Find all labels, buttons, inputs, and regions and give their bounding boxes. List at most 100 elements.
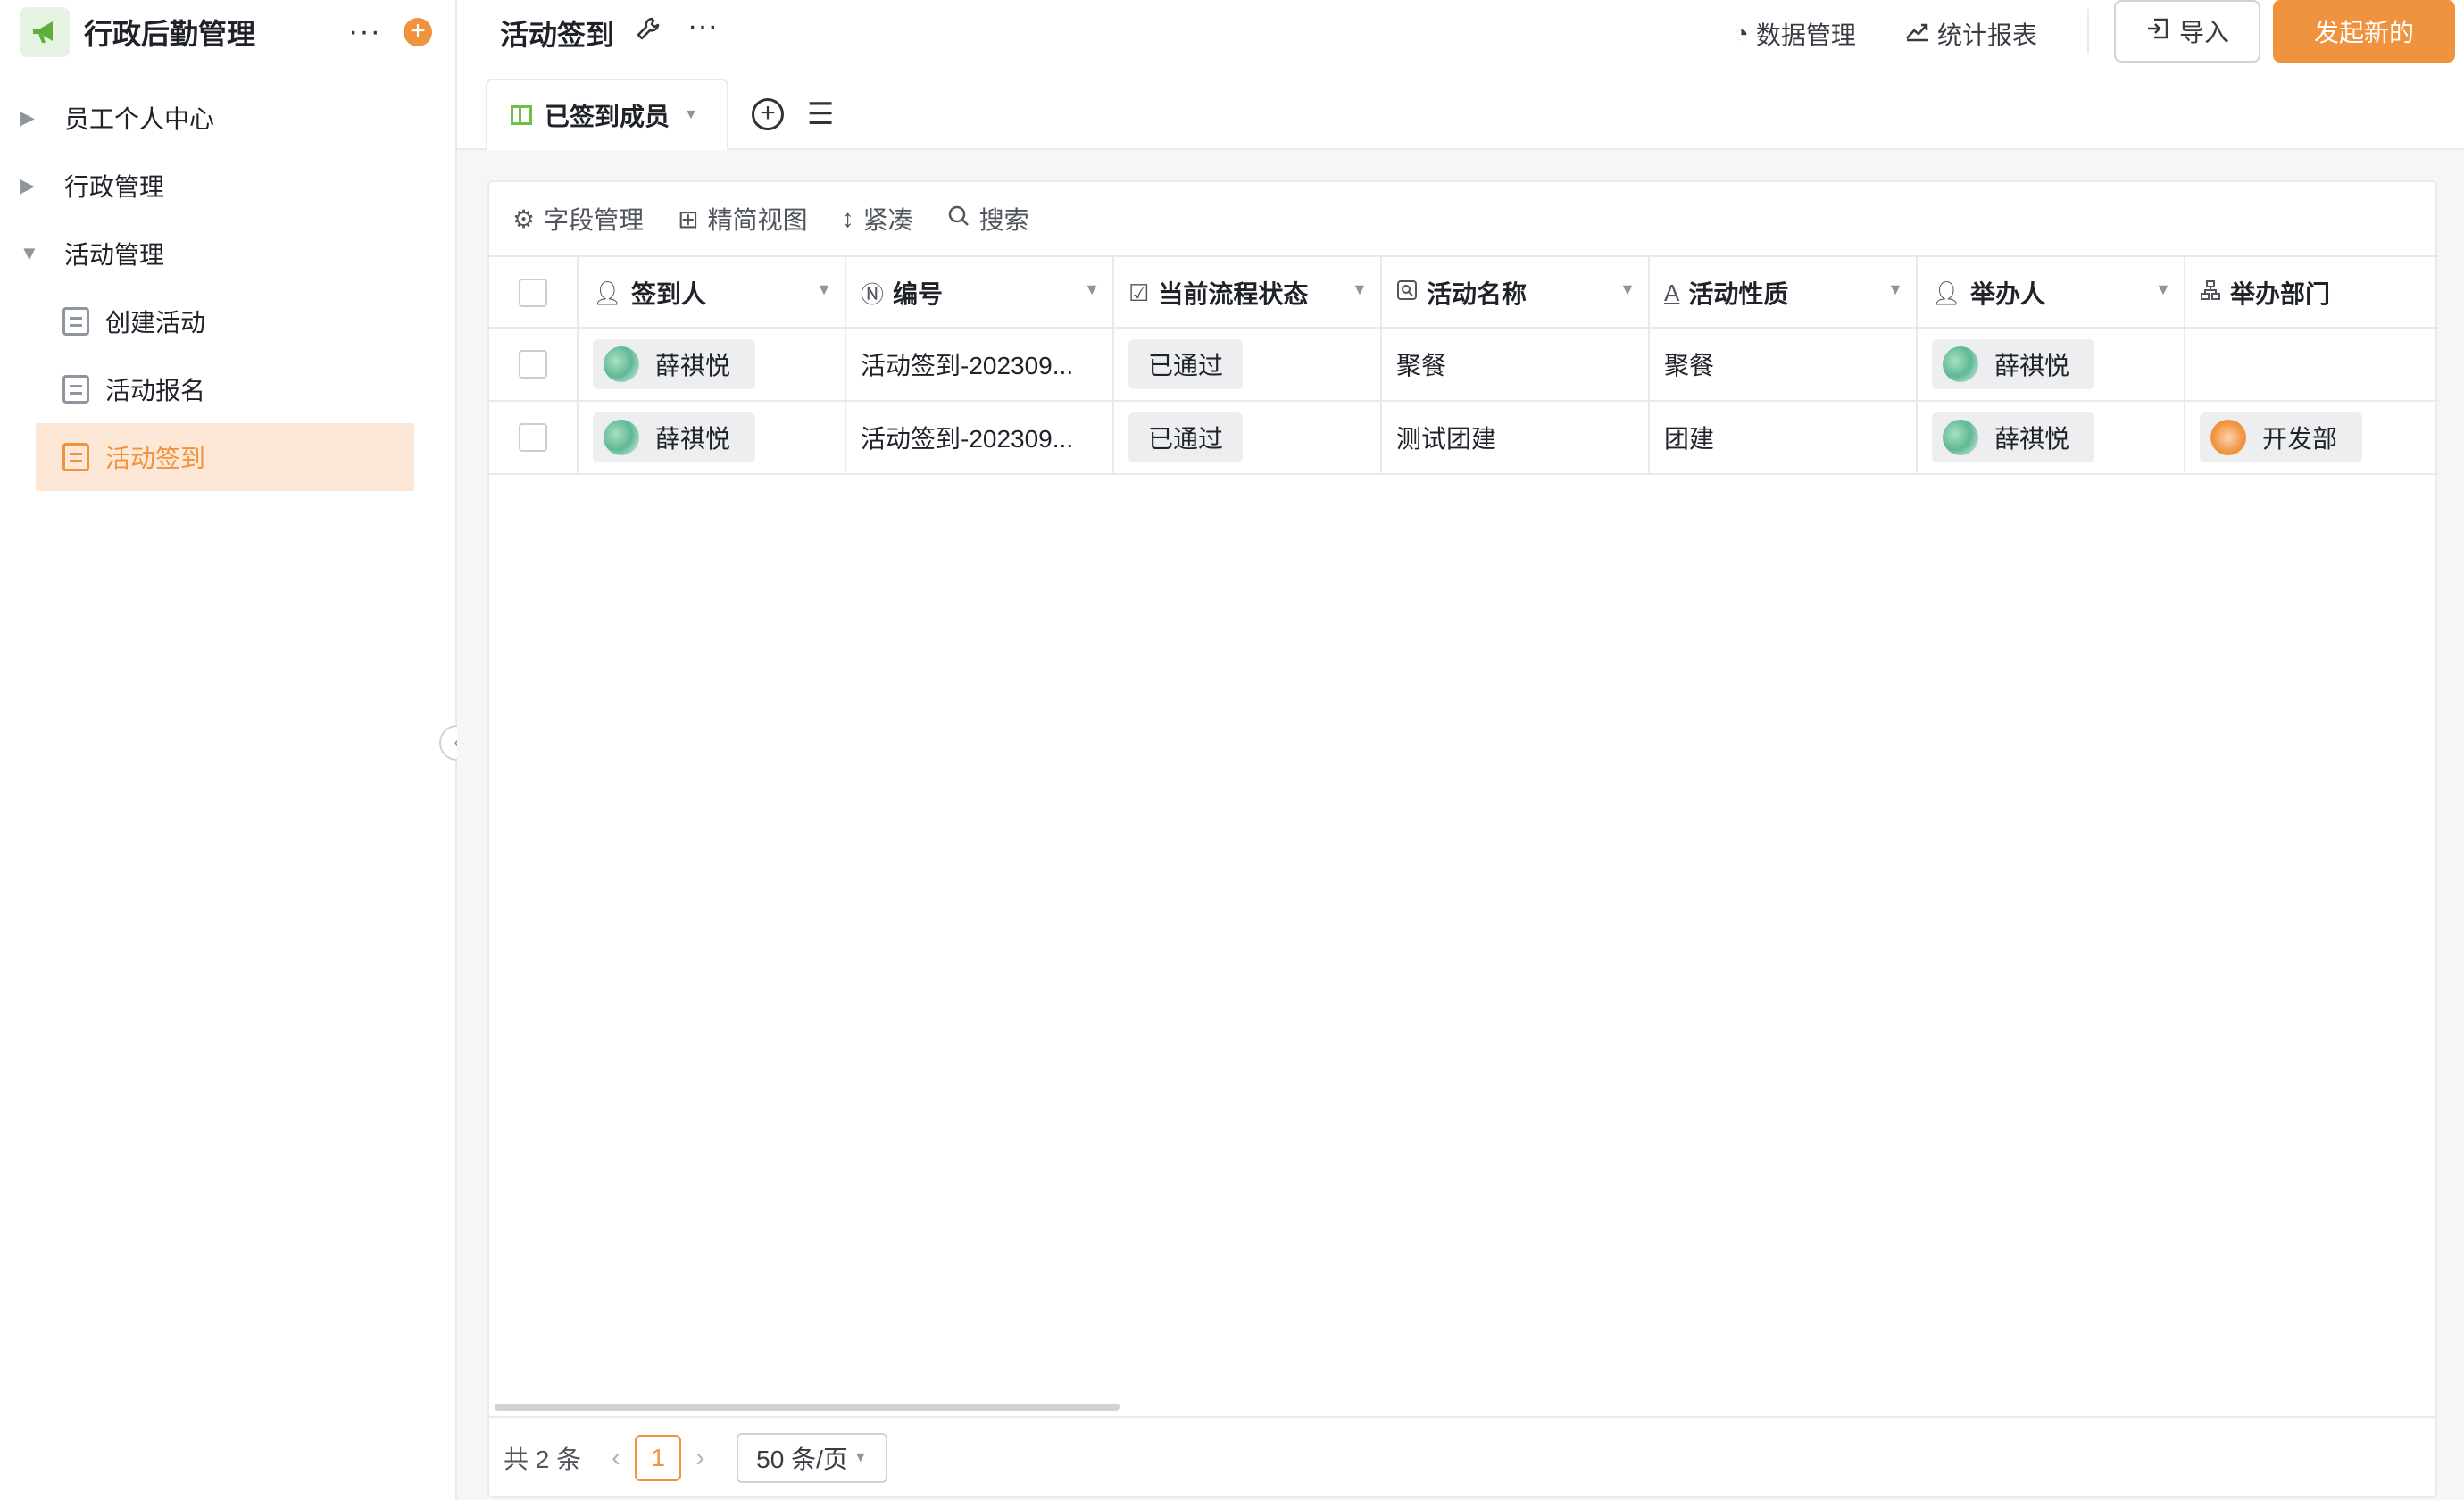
current-page-button[interactable]: 1 [635, 1435, 682, 1481]
settings-icon: ⚙ [512, 204, 536, 233]
select-all-checkbox[interactable] [519, 279, 547, 307]
cell-checkin-user[interactable]: 薛祺悦 [579, 402, 846, 473]
row-select-cell [489, 402, 579, 473]
column-label: 举办人 [1970, 280, 2046, 308]
megaphone-icon [20, 7, 70, 57]
form-icon [62, 443, 89, 471]
cell-host[interactable]: 薛祺悦 [1918, 329, 2185, 400]
form-icon [62, 375, 89, 404]
import-button[interactable]: 导入 [2114, 0, 2260, 62]
column-header-activity-type[interactable]: A 活动性质 ▼ [1650, 257, 1918, 329]
cell-number[interactable]: 活动签到-202309... [846, 329, 1114, 400]
sidebar-group-activity[interactable]: ▼ 活动管理 [20, 220, 414, 288]
view-list-icon[interactable]: ☰ [807, 96, 834, 132]
department-tag[interactable]: 开发部 [2200, 412, 2363, 462]
cell-department[interactable] [2185, 329, 2439, 400]
sidebar-item-activity-signup[interactable]: 活动报名 [36, 355, 414, 423]
chevron-down-icon[interactable]: ▼ [1619, 280, 1636, 299]
column-header-status[interactable]: ☑ 当前流程状态 ▼ [1114, 257, 1382, 329]
avatar [604, 420, 639, 455]
chevron-down-icon[interactable]: ▼ [684, 107, 698, 123]
sidebar: 行政后勤管理 ··· + ▶ 员工个人中心 ▶ 行政管理 ▼ 活动管理 创建活动… [0, 0, 457, 1500]
cell-checkin-user[interactable]: 薛祺悦 [579, 329, 846, 400]
serial-number-icon: Ⓝ [861, 280, 885, 308]
chevron-down-icon[interactable]: ▼ [816, 280, 832, 299]
department-name: 开发部 [2262, 425, 2338, 453]
page-size-select[interactable]: 50 条/页 ▼ [737, 1433, 887, 1483]
create-new-button[interactable]: 发起新的 [2273, 0, 2455, 62]
horizontal-scrollbar[interactable] [495, 1404, 1120, 1411]
row-select-cell [489, 329, 579, 400]
column-label: 活动性质 [1688, 280, 1789, 308]
cell-number[interactable]: 活动签到-202309... [846, 402, 1114, 473]
status-badge: 已通过 [1128, 339, 1244, 389]
column-label: 举办部门 [2230, 280, 2331, 308]
tab-checked-in-members[interactable]: 已签到成员 ▼ [486, 79, 728, 152]
user-name: 薛祺悦 [1994, 352, 2070, 379]
caret-down-icon: ▼ [20, 242, 39, 264]
chevron-down-icon[interactable]: ▼ [2155, 280, 2171, 299]
table-view-icon [511, 105, 532, 125]
column-label: 当前流程状态 [1158, 280, 1309, 308]
user-tag[interactable]: 薛祺悦 [593, 412, 756, 462]
checkbox-icon: ☑ [1128, 279, 1150, 306]
total-count: 共 2 条 [504, 1446, 582, 1473]
dashboard-icon: ◔ [1734, 20, 1749, 47]
sidebar-group-label: 行政管理 [64, 173, 165, 201]
view-tab-label: 已签到成员 [545, 103, 670, 130]
data-manage-button[interactable]: ◔ 数据管理 [1734, 16, 1856, 52]
sidebar-item-activity-checkin[interactable]: 活动签到 [36, 423, 414, 491]
avatar [604, 346, 639, 382]
user-tag[interactable]: 薛祺悦 [1932, 412, 2095, 462]
page-more-icon[interactable]: ··· [687, 9, 718, 44]
chevron-down-icon[interactable]: ▼ [1352, 280, 1368, 299]
cell-status[interactable]: 已通过 [1114, 329, 1382, 400]
cell-activity-name[interactable]: 测试团建 [1382, 402, 1650, 473]
chevron-down-icon[interactable]: ▼ [1887, 280, 1903, 299]
row-checkbox[interactable] [519, 423, 547, 452]
cell-department[interactable]: 开发部 [2185, 402, 2439, 473]
page-title: 活动签到 [500, 19, 615, 51]
avatar [1943, 420, 1978, 455]
column-header-checkin-user[interactable]: 👤︎ 签到人 ▼ [579, 257, 846, 329]
grid-icon: ⊞ [678, 204, 699, 233]
column-header-host[interactable]: 👤︎ 举办人 ▼ [1918, 257, 2185, 329]
cell-activity-type[interactable]: 聚餐 [1650, 329, 1918, 400]
column-label: 签到人 [631, 280, 707, 308]
simple-view-button[interactable]: ⊞ 精简视图 [678, 201, 807, 237]
import-label: 导入 [2178, 19, 2229, 46]
wrench-icon[interactable] [636, 16, 661, 48]
row-checkbox[interactable] [519, 350, 547, 379]
caret-right-icon: ▶ [20, 106, 35, 129]
cell-activity-type[interactable]: 团建 [1650, 402, 1918, 473]
search-button[interactable]: 搜索 [947, 201, 1029, 237]
table-header-row: 👤︎ 签到人 ▼ Ⓝ 编号 ▼ ☑ 当前流程状态 ▼ 活动名称 ▼ A 活动性质… [489, 255, 2439, 329]
search-label: 搜索 [978, 206, 1029, 234]
stats-report-button[interactable]: 统计报表 [1905, 16, 2037, 52]
sidebar-group-employee-center[interactable]: ▶ 员工个人中心 [20, 84, 414, 152]
column-header-department[interactable]: 举办部门 [2185, 257, 2439, 329]
field-manage-button[interactable]: ⚙ 字段管理 [512, 201, 644, 237]
table-toolbar: ⚙ 字段管理 ⊞ 精简视图 ↕ 紧凑 搜索 [489, 182, 2435, 255]
table-row[interactable]: 薛祺悦 活动签到-202309... 已通过 测试团建 团建 薛祺悦 开发部 [489, 402, 2439, 475]
add-view-icon[interactable]: + [752, 98, 784, 130]
cell-host[interactable]: 薛祺悦 [1918, 402, 2185, 473]
app-more-icon[interactable]: ··· [348, 14, 381, 49]
chevron-left-icon[interactable]: ‹ [612, 1443, 620, 1473]
chevron-down-icon[interactable]: ▼ [1084, 280, 1100, 299]
sidebar-item-create-activity[interactable]: 创建活动 [36, 288, 414, 355]
header-divider [2087, 9, 2089, 54]
user-tag[interactable]: 薛祺悦 [593, 339, 756, 389]
cell-status[interactable]: 已通过 [1114, 402, 1382, 473]
compact-button[interactable]: ↕ 紧凑 [842, 201, 913, 237]
table-row[interactable]: 薛祺悦 活动签到-202309... 已通过 聚餐 聚餐 薛祺悦 [489, 329, 2439, 402]
table-panel: ⚙ 字段管理 ⊞ 精简视图 ↕ 紧凑 搜索 👤︎ 签到人 ▼ Ⓝ 编号 ▼ ☑ … [487, 180, 2439, 1498]
column-header-activity-name[interactable]: 活动名称 ▼ [1382, 257, 1650, 329]
form-icon [62, 307, 89, 336]
cell-activity-name[interactable]: 聚餐 [1382, 329, 1650, 400]
user-tag[interactable]: 薛祺悦 [1932, 339, 2095, 389]
app-add-icon[interactable]: + [404, 18, 432, 46]
sidebar-group-admin[interactable]: ▶ 行政管理 [20, 152, 414, 220]
column-header-number[interactable]: Ⓝ 编号 ▼ [846, 257, 1114, 329]
chevron-right-icon[interactable]: › [695, 1443, 704, 1473]
